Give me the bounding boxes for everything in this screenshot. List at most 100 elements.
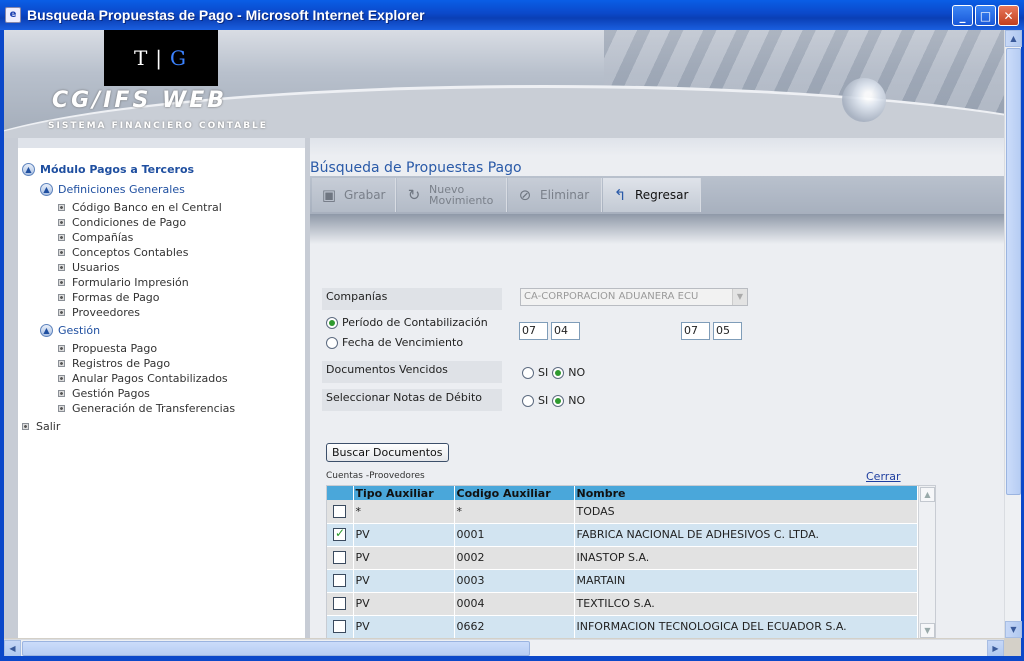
sidebar-item-propuesta-pago[interactable]: Propuesta Pago	[18, 341, 305, 356]
from-year-input[interactable]: 07	[519, 322, 548, 340]
product-subtitle: SISTEMA FINANCIERO CONTABLE	[48, 121, 268, 131]
table-row: * * TODAS	[327, 500, 918, 524]
grid-scrollbar[interactable]: ▲ ▼	[918, 486, 935, 638]
row-select-cell	[327, 523, 354, 547]
period-radio[interactable]	[326, 316, 338, 329]
row-select-cell	[327, 615, 354, 638]
scroll-down-icon[interactable]: ▼	[1005, 621, 1022, 638]
bullet-icon	[58, 249, 65, 256]
back-button[interactable]: ↰ Regresar	[603, 178, 701, 212]
chevron-down-icon[interactable]: ▼	[920, 623, 935, 638]
collapse-icon: ▲	[22, 163, 35, 176]
scroll-up-icon[interactable]: ▲	[1005, 30, 1022, 47]
column-header-tipo: Tipo Auxiliar	[353, 486, 455, 500]
expired-yes-radio[interactable]	[522, 366, 534, 379]
sidebar-item-proveedores[interactable]: Proveedores	[18, 305, 305, 320]
horizontal-scrollbar[interactable]: ◀ ▶	[4, 639, 1004, 657]
scroll-right-icon[interactable]: ▶	[987, 640, 1004, 657]
cell-tipo: PV	[353, 569, 455, 593]
save-button[interactable]: ▣ Grabar	[312, 178, 396, 212]
sidebar-item-companias[interactable]: Compañías	[18, 230, 305, 245]
debit-no-label: NO	[568, 394, 586, 407]
row-checkbox[interactable]	[333, 526, 346, 542]
new-movement-button[interactable]: ↻ Nuevo Movimiento	[397, 178, 507, 212]
select-column-header	[327, 486, 354, 500]
cell-tipo: PV	[353, 592, 455, 616]
sidebar-item-codigo-banco[interactable]: Código Banco en el Central	[18, 200, 305, 215]
main-content: Búsqueda de Propuestas Pago ▣ Grabar ↻ N…	[310, 138, 1004, 638]
to-month-input[interactable]: 05	[713, 322, 742, 340]
debit-no-radio[interactable]	[552, 394, 565, 407]
refresh-icon: ↻	[407, 186, 421, 204]
expired-yes-label: SI	[538, 366, 549, 379]
minimize-button[interactable]: _	[952, 5, 973, 26]
bullet-icon	[58, 279, 65, 286]
floppy-icon: ▣	[321, 186, 337, 204]
delete-button[interactable]: ⊘ Eliminar	[508, 178, 602, 212]
vertical-scrollbar[interactable]: ▲ ▼	[1004, 30, 1022, 638]
companies-select[interactable]: CA-CORPORACION ADUANERA ECU ▼	[520, 288, 748, 306]
sidebar-item-label: Salir	[36, 420, 61, 433]
internet-explorer-icon: e	[5, 7, 21, 23]
sidebar-item-anular-pagos[interactable]: Anular Pagos Contabilizados	[18, 371, 305, 386]
sidebar-item-generacion-transferencias[interactable]: Generación de Transferencias	[18, 401, 305, 416]
row-checkbox[interactable]	[333, 597, 346, 611]
collapse-icon: ▲	[40, 324, 53, 337]
page-title: Búsqueda de Propuestas Pago	[310, 160, 522, 176]
maximize-button[interactable]: □	[975, 5, 996, 26]
chevron-up-icon[interactable]: ▲	[920, 487, 935, 502]
cell-nombre: INFORMACION TECNOLOGICA DEL ECUADOR S.A.	[574, 615, 918, 638]
debit-yes-radio[interactable]	[522, 394, 534, 407]
banner-orb	[842, 78, 886, 122]
row-checkbox[interactable]	[333, 620, 346, 634]
sidebar-group-gestion[interactable]: ▲ Gestión	[18, 323, 305, 338]
sidebar-item-label: Anular Pagos Contabilizados	[72, 372, 228, 385]
sidebar-group-definiciones[interactable]: ▲ Definiciones Generales	[18, 182, 305, 197]
cell-nombre: TODAS	[574, 500, 918, 524]
sidebar-item-usuarios[interactable]: Usuarios	[18, 260, 305, 275]
sidebar-item-registros-pago[interactable]: Registros de Pago	[18, 356, 305, 371]
due-date-radio[interactable]	[326, 336, 338, 349]
sidebar-item-formulario-impresion[interactable]: Formulario Impresión	[18, 275, 305, 290]
cell-tipo: PV	[353, 546, 455, 570]
bullet-icon	[58, 390, 65, 397]
due-date-radio-option[interactable]: Fecha de Vencimiento	[326, 336, 463, 349]
bullet-icon	[58, 294, 65, 301]
to-year-input[interactable]: 07	[681, 322, 710, 340]
sidebar-item-gestion-pagos[interactable]: Gestión Pagos	[18, 386, 305, 401]
table-header-row: Tipo Auxiliar Codigo Auxiliar Nombre	[327, 486, 918, 500]
window-title: Busqueda Propuestas de Pago - Microsoft …	[27, 7, 425, 23]
sidebar-item-label: Código Banco en el Central	[72, 201, 222, 214]
horizontal-scroll-thumb[interactable]	[22, 641, 530, 656]
product-name: CG/IFS WEB	[52, 88, 228, 113]
cell-nombre: INASTOP S.A.	[574, 546, 918, 570]
sidebar-item-salir[interactable]: Salir	[18, 419, 305, 434]
sidebar-module-header[interactable]: ▲ Módulo Pagos a Terceros	[18, 162, 305, 177]
row-checkbox[interactable]	[333, 574, 346, 588]
from-month-input[interactable]: 04	[551, 322, 580, 340]
browser-viewport: T | G CG/IFS WEB SISTEMA FINANCIERO CONT…	[4, 30, 1004, 638]
vertical-scroll-thumb[interactable]	[1006, 48, 1021, 495]
app-banner: T | G CG/IFS WEB SISTEMA FINANCIERO CONT…	[4, 30, 1004, 138]
close-button[interactable]: ✕	[998, 5, 1019, 26]
expired-no-radio[interactable]	[552, 366, 565, 379]
bullet-icon	[58, 264, 65, 271]
sidebar-item-conceptos-contables[interactable]: Conceptos Contables	[18, 245, 305, 260]
bullet-icon	[58, 345, 65, 352]
scroll-left-icon[interactable]: ◀	[4, 640, 21, 657]
column-header-codigo: Codigo Auxiliar	[454, 486, 575, 500]
sidebar-item-condiciones-pago[interactable]: Condiciones de Pago	[18, 215, 305, 230]
sidebar-item-formas-pago[interactable]: Formas de Pago	[18, 290, 305, 305]
row-checkbox[interactable]	[333, 551, 346, 565]
grid-close-link[interactable]: Cerrar	[866, 470, 901, 483]
sidebar-group-label: Definiciones Generales	[58, 183, 185, 196]
table-row: PV 0004 TEXTILCO S.A.	[327, 592, 918, 616]
cell-codigo: 0003	[454, 569, 575, 593]
row-checkbox[interactable]	[333, 505, 346, 518]
cell-codigo: 0004	[454, 592, 575, 616]
period-radio-option[interactable]: Período de Contabilización	[326, 316, 488, 329]
search-documents-button[interactable]: Buscar Documentos	[326, 443, 449, 462]
debit-notes-options: SI NO	[522, 394, 585, 407]
bullet-icon	[58, 219, 65, 226]
sidebar-item-label: Gestión Pagos	[72, 387, 150, 400]
